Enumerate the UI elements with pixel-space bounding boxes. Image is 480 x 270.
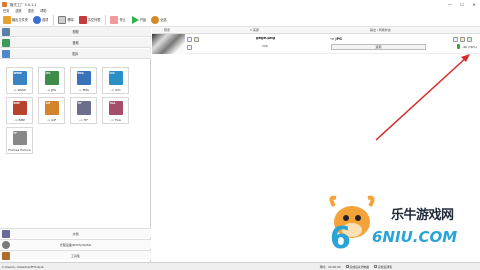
tile-png[interactable]: PNG -> PNG (70, 67, 97, 94)
output-folder-icon[interactable] (460, 37, 465, 42)
folder-icon (3, 15, 11, 24)
tile-bmp[interactable]: BMP -> BMP (6, 97, 33, 124)
gif-icon: GIF (44, 101, 59, 115)
row-options-button[interactable]: 选项 (331, 44, 426, 50)
app-logo-icon (2, 1, 7, 7)
webp-icon: WEBP (12, 71, 27, 85)
tif-icon: TIF (76, 101, 91, 115)
task-row[interactable]: gege.png 20K -> JPG 选项 -46 (76%) (152, 34, 480, 54)
folder-icon[interactable] (194, 37, 199, 42)
remove-icon (58, 15, 67, 24)
section-document[interactable]: 文档 (0, 228, 151, 238)
bmp-icon: BMP (12, 101, 27, 115)
task-list-panel: 预览 1 来源 输出 / 转换状态 gege.png 20K -> JPG 选项… (152, 27, 480, 262)
status-right: 用时：00:00:00 完成后关闭电脑 完成后通知 (319, 264, 392, 269)
header-preview[interactable]: 预览 (164, 28, 170, 32)
tile-tga[interactable]: TGA -> TGA (102, 97, 129, 124)
tile-webp[interactable]: WEBP -> WebP (6, 67, 33, 94)
file-size: 20K (262, 44, 268, 48)
output-folder-button[interactable]: 输出文件夹 (3, 15, 28, 24)
header-source[interactable]: 1 来源 (250, 28, 259, 32)
tile-tif[interactable]: TIF -> TIF (70, 97, 97, 124)
stop-button[interactable]: 停止 (110, 15, 126, 24)
close-button[interactable]: ✕ (468, 0, 480, 8)
stop-icon (110, 15, 119, 24)
clear-list-icon (78, 15, 87, 24)
tile-frames-picture[interactable]: FF Frames Picture (6, 127, 33, 154)
maximize-button[interactable]: ☐ (456, 0, 468, 8)
shutdown-checkbox[interactable] (345, 265, 349, 268)
jpg-icon: JPG (44, 71, 59, 85)
window-controls: — ☐ ✕ (444, 0, 480, 8)
category-picture[interactable]: 图片 (0, 49, 151, 59)
task-list-header: 预览 1 来源 输出 / 转换状态 (152, 27, 480, 34)
output-info-icon[interactable] (453, 37, 458, 42)
header-output-status[interactable]: 输出 / 转换状态 (370, 28, 391, 32)
title-bar: 格式工厂 5.0.1.1 — ☐ ✕ (0, 0, 480, 8)
elapsed-time: 用时：00:00:00 (319, 264, 341, 269)
png-icon: PNG (76, 71, 91, 85)
category-panel: 视频 音频 图片 WEBP -> WebP JPG -> JPG PNG -> … (0, 27, 151, 262)
window-title: 格式工厂 5.0.1.1 (10, 2, 37, 7)
notify-checkbox[interactable] (374, 265, 377, 268)
output-path: C:\Users\...\Desktop\FFOutput (2, 264, 44, 269)
tile-gif[interactable]: GIF -> GIF (38, 97, 65, 124)
toolbar-separator (105, 14, 107, 25)
category-audio[interactable]: 音频 (0, 38, 151, 48)
start-icon (131, 15, 139, 24)
tile-jpg[interactable]: JPG -> JPG (38, 67, 65, 94)
ico-icon: ICO (108, 71, 123, 85)
conversion-status: -46 (76%) (457, 44, 477, 49)
options-button[interactable]: 选项 (32, 15, 48, 24)
toolbar: 输出文件夹 选项 移除 清空列表 停止 开始 全选 (0, 13, 480, 27)
watermark-en: 6NIU.COM (372, 228, 458, 246)
tile-ico[interactable]: ICO -> ICO (102, 67, 129, 94)
format-factory-window: 格式工厂 5.0.1.1 — ☐ ✕ 任务 皮肤 语言 帮助 输出文件夹 选项 … (0, 0, 480, 270)
select-all-icon (151, 15, 160, 24)
options-icon (32, 15, 41, 24)
play-output-icon[interactable] (467, 37, 472, 42)
frames-picture-icon: FF (12, 131, 27, 145)
file-info-icon[interactable] (187, 37, 192, 42)
watermark-cn: 乐牛游戏网 (391, 208, 454, 223)
remove-button[interactable]: 移除 (58, 15, 74, 24)
category-video[interactable]: 视频 (0, 27, 151, 37)
start-button[interactable]: 开始 (131, 15, 146, 24)
svg-text:6: 6 (330, 221, 351, 250)
clear-list-button[interactable]: 清空列表 (78, 15, 100, 24)
target-format: -> JPG (330, 37, 342, 41)
file-thumbnail (152, 34, 185, 54)
tga-icon: TGA (108, 101, 123, 115)
select-all-button[interactable]: 全选 (151, 15, 167, 24)
toolbar-separator (53, 14, 55, 25)
crop-icon[interactable] (187, 45, 192, 50)
done-check-icon (457, 44, 460, 49)
section-tools[interactable]: 工具集 (0, 250, 151, 260)
status-bar: C:\Users\...\Desktop\FFOutput 用时：00:00:0… (0, 262, 480, 270)
file-name: gege.png (256, 36, 276, 40)
minimize-button[interactable]: — (444, 0, 456, 8)
section-disc-device[interactable]: 光驱设备\DVD\CD\ISO (0, 239, 151, 249)
